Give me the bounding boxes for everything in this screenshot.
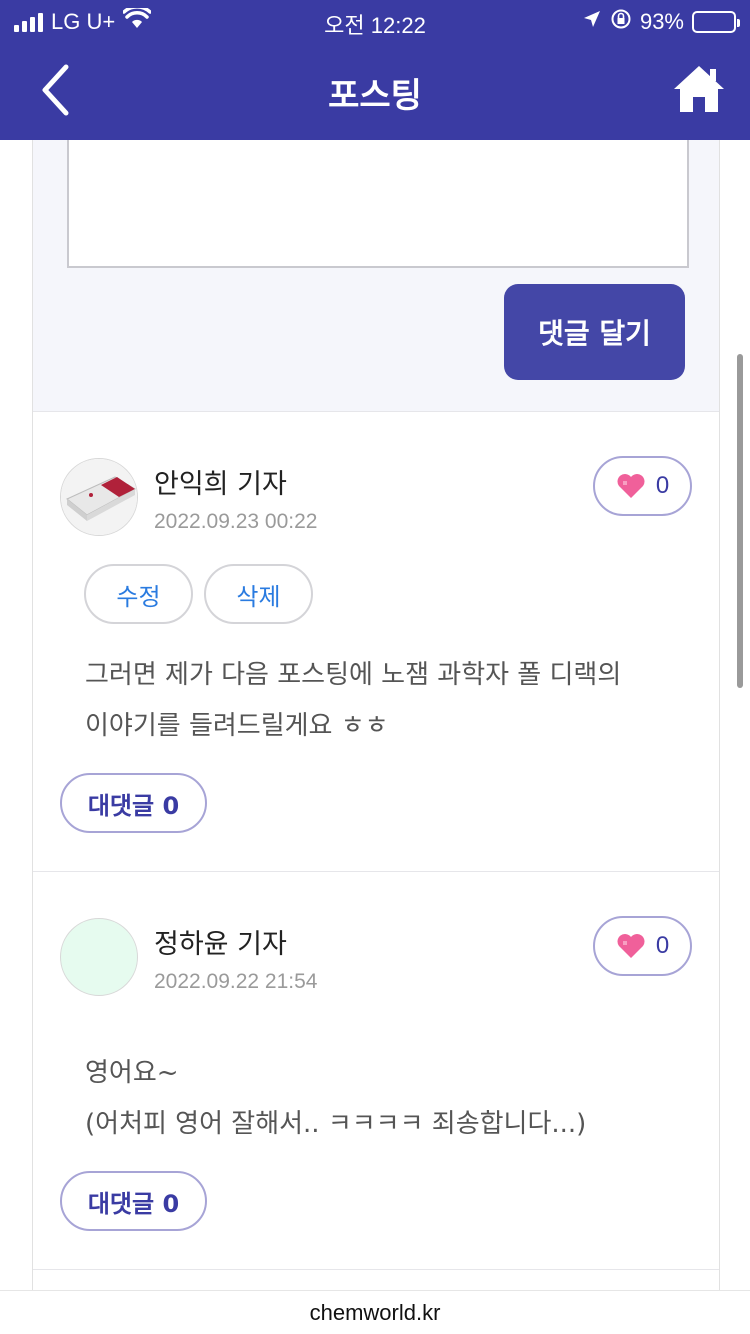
avatar bbox=[60, 918, 138, 996]
top-bar: LG U+ 오전 12:22 93% 포스팅 bbox=[0, 0, 750, 140]
edit-button[interactable]: 수정 bbox=[84, 564, 193, 624]
comment-item: 정하윤 기자 2022.09.22 21:54 0 영어요~ (어처피 영어 잘… bbox=[33, 872, 719, 1270]
comment-form: 댓글 달기 bbox=[33, 140, 719, 412]
comment-author: 정하윤 기자 bbox=[154, 929, 287, 960]
like-button[interactable]: 0 bbox=[593, 916, 692, 976]
delete-button[interactable]: 삭제 bbox=[204, 564, 313, 624]
like-button[interactable]: 0 bbox=[593, 456, 692, 516]
comment-date: 2022.09.22 21:54 bbox=[154, 970, 318, 993]
comments-panel: 댓글 달기 안익희 기자 2022.09.23 00:22 0 수정 삭제 그러… bbox=[32, 140, 720, 1290]
comment-text-line: 영어요~ bbox=[85, 1058, 179, 1088]
battery-percent: 93% bbox=[639, 9, 684, 34]
reply-count-button[interactable]: 대댓글 0 bbox=[60, 773, 207, 833]
comment-text-line: 이야기를 들려드릴게요 ㅎㅎ bbox=[85, 711, 389, 741]
like-count: 0 bbox=[655, 932, 670, 959]
url-text: chemworld.kr bbox=[309, 1299, 441, 1325]
comment-date: 2022.09.23 00:22 bbox=[154, 510, 318, 533]
page-title: 포스팅 bbox=[328, 76, 422, 116]
comment-textarea[interactable] bbox=[67, 140, 689, 268]
content-area: 댓글 달기 안익희 기자 2022.09.23 00:22 0 수정 삭제 그러… bbox=[0, 140, 750, 1290]
orientation-lock-icon bbox=[610, 8, 632, 36]
like-count: 0 bbox=[655, 472, 670, 499]
scrollbar[interactable] bbox=[737, 354, 743, 688]
home-button[interactable] bbox=[672, 62, 726, 116]
app-header: 포스팅 bbox=[0, 42, 750, 140]
status-bar: LG U+ 오전 12:22 93% bbox=[0, 0, 750, 42]
browser-url-bar[interactable]: chemworld.kr bbox=[0, 1290, 750, 1334]
comment-text: 영어요~ (어처피 영어 잘해서.. ㅋㅋㅋㅋ 죄송합니다...) bbox=[85, 1048, 586, 1150]
location-arrow-icon bbox=[582, 9, 602, 35]
comment-text: 그러면 제가 다음 포스팅에 노잼 과학자 폴 디랙의 이야기를 들려드릴게요 … bbox=[85, 650, 621, 752]
heart-icon bbox=[617, 934, 645, 958]
comment-author: 안익희 기자 bbox=[154, 469, 287, 500]
status-right: 93% bbox=[582, 8, 740, 36]
comment-item: 안익희 기자 2022.09.23 00:22 0 수정 삭제 그러면 제가 다… bbox=[33, 412, 719, 872]
submit-comment-button[interactable]: 댓글 달기 bbox=[504, 284, 685, 380]
heart-icon bbox=[617, 474, 645, 498]
comment-text-line: 그러면 제가 다음 포스팅에 노잼 과학자 폴 디랙의 bbox=[85, 660, 622, 690]
battery-icon bbox=[692, 11, 740, 33]
comment-text-line: (어처피 영어 잘해서.. ㅋㅋㅋㅋ 죄송합니다...) bbox=[85, 1109, 587, 1139]
reply-count-button[interactable]: 대댓글 0 bbox=[60, 1171, 207, 1231]
home-icon bbox=[674, 66, 724, 112]
avatar bbox=[60, 458, 138, 536]
